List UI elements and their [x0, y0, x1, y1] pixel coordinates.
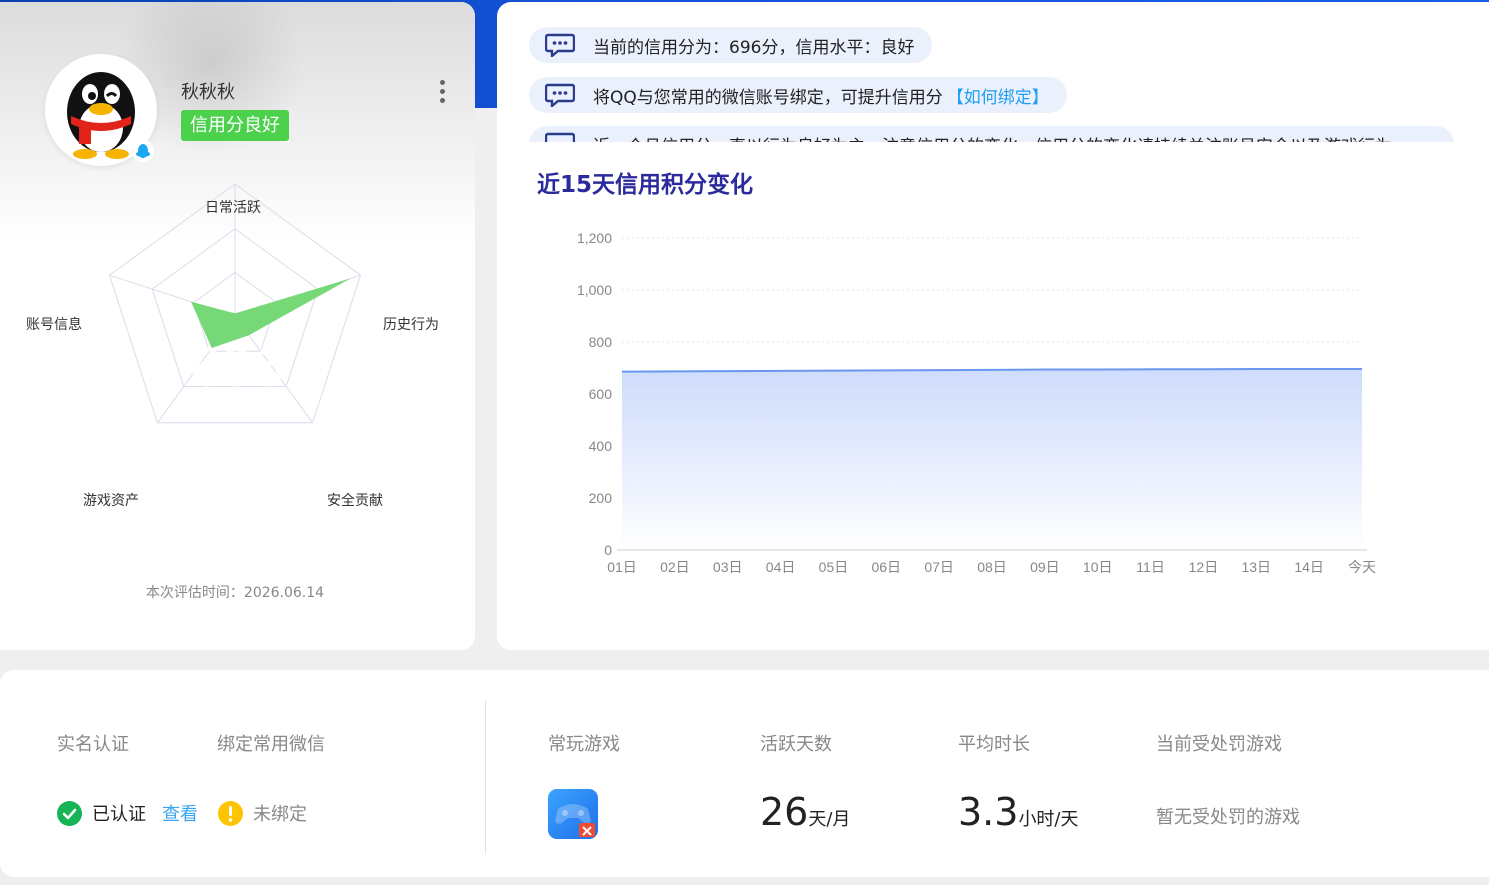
- stats-divider: [485, 700, 486, 854]
- warning-icon: [218, 800, 243, 826]
- chart-y-tick-label: 1,000: [577, 282, 612, 298]
- chart-x-tick-label: 12日: [1189, 559, 1219, 575]
- chart-x-tick-label: 06日: [871, 559, 901, 575]
- chart-y-tick-label: 600: [589, 386, 613, 402]
- credit-trend-chart: 0 200 400 600 800 1,000 1,200 01日 02日 03日 04日 05日 0…: [577, 230, 1376, 575]
- radar-label-daily: 日常活跃: [205, 200, 261, 216]
- qq-badge-icon: [132, 140, 154, 162]
- credit-trend-card: 当前的信用分为：696分，信用水平：良好 将QQ与您常用的微信账号绑定，可提升信…: [497, 2, 1489, 650]
- chart-x-tick-label: 11日: [1136, 559, 1165, 575]
- chart-y-tick-label: 0: [604, 542, 612, 558]
- chart-x-tick-label: 09日: [1030, 559, 1060, 575]
- chart-x-tick-label: 08日: [977, 559, 1007, 575]
- chart-y-tick-label: 800: [589, 334, 613, 350]
- view-verification-link[interactable]: 查看: [162, 800, 198, 826]
- real-name-label: 实名认证: [57, 734, 129, 755]
- chart-x-tick-label: 01日: [607, 559, 637, 575]
- chart-y-tick-label: 400: [589, 438, 613, 454]
- active-days-value: 26天/月: [760, 790, 851, 834]
- chart-x-tick-label: 04日: [766, 559, 796, 575]
- radar-label-security: 安全贡献: [327, 493, 383, 509]
- credit-score: 696: [190, 335, 283, 398]
- game-icon[interactable]: [548, 789, 598, 839]
- credit-profile-card: 秋秋秋 信用分良好 696 日常活跃 历史行为 安全贡献 游戏资产 账号信息 本…: [0, 2, 475, 650]
- game-label: 常玩游戏: [548, 734, 620, 755]
- credit-level-badge: 信用分良好: [181, 110, 289, 141]
- chart-y-tick-label: 1,200: [577, 230, 612, 246]
- chart-x-tick-label: 14日: [1294, 559, 1324, 575]
- active-days-label: 活跃天数: [760, 734, 832, 755]
- username: 秋秋秋: [181, 82, 235, 103]
- chart-y-tick-label: 200: [589, 490, 613, 506]
- avg-time-value: 3.3小时/天: [958, 790, 1079, 834]
- avg-time-label: 平均时长: [958, 734, 1030, 755]
- radar-label-assets: 游戏资产: [83, 493, 139, 509]
- radar-label-history: 历史行为: [383, 317, 439, 333]
- radar-label-account: 账号信息: [26, 317, 82, 333]
- check-circle-icon: [57, 800, 82, 826]
- verification-row: 已认证 查看 未绑定: [57, 800, 307, 826]
- chart-x-tick-label: 07日: [924, 559, 954, 575]
- wechat-label: 绑定常用微信: [217, 734, 325, 755]
- chart-x-tick-label: 05日: [819, 559, 849, 575]
- punished-game-value: 暂无受处罚的游戏: [1156, 807, 1300, 828]
- chart-x-tick-label: 今天: [1348, 559, 1376, 575]
- account-stats-card: 实名认证 绑定常用微信 已认证 查看 未绑定 常玩游戏 活跃天数 平均时长 当前…: [0, 670, 1489, 877]
- punished-game-label: 当前受处罚游戏: [1156, 734, 1282, 755]
- chart-x-tick-label: 03日: [713, 559, 743, 575]
- chart-x-tick-label: 13日: [1241, 559, 1271, 575]
- more-options-icon[interactable]: [436, 80, 448, 108]
- chart-area-fill: [622, 369, 1362, 550]
- chart-x-tick-label: 02日: [660, 559, 690, 575]
- credit-radar-chart: 696: [108, 183, 362, 424]
- real-name-status: 已认证: [92, 804, 146, 825]
- wechat-status: 未绑定: [253, 804, 307, 825]
- evaluation-time: 本次评估时间：2026.06.14: [145, 585, 325, 601]
- chart-x-tick-label: 10日: [1083, 559, 1113, 575]
